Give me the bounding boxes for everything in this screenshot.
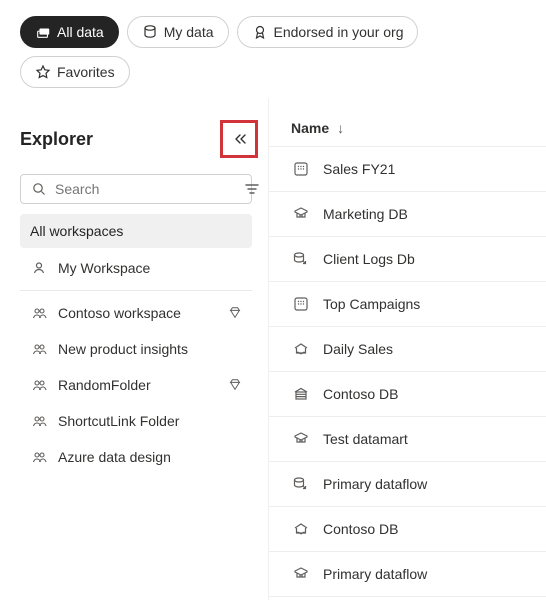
dataset-icon [291,294,311,314]
data-item-row[interactable]: Contoso DB [269,372,546,417]
datamart-icon [291,429,311,449]
item-name: Sales FY21 [323,161,395,177]
lakehouse-icon [291,339,311,359]
data-item-row[interactable]: Top Campaigns [269,282,546,327]
sort-descending-icon: ↓ [337,120,344,136]
explorer-title: Explorer [20,129,93,150]
workspace-item[interactable]: Contoso workspace [20,295,252,331]
item-name: Contoso DB [323,521,398,537]
workspace-label: Contoso workspace [58,305,181,321]
premium-diamond-icon [228,378,242,392]
column-label: Name [291,120,329,136]
data-item-row[interactable]: Sales FY21 [269,146,546,192]
item-name: Primary dataflow [323,476,427,492]
search-input[interactable] [55,181,236,197]
chevrons-left-icon [231,131,247,147]
column-header-name[interactable]: Name ↓ [269,120,546,146]
workspace-item[interactable]: New product insights [20,331,252,367]
filter-my-data[interactable]: My data [127,16,229,48]
explorer-sidebar: Explorer All workspaces My Workspace Cont… [0,98,268,600]
ribbon-icon [252,24,268,40]
data-item-row[interactable]: Client Logs Db [269,237,546,282]
data-item-row[interactable]: Daily Sales [269,327,546,372]
workspace-label: Azure data design [58,449,171,465]
group-icon [30,376,48,394]
data-list-panel: Name ↓ Sales FY21 Marketing DB Client Logs… [268,98,546,600]
all-workspaces-item[interactable]: All workspaces [20,214,252,248]
filter-favorites[interactable]: Favorites [20,56,130,88]
dataflow-icon [291,474,311,494]
workspace-item[interactable]: My Workspace [20,250,252,286]
workspace-item[interactable]: Azure data design [20,439,252,475]
item-name: Top Campaigns [323,296,420,312]
filter-pill-row: All data My data Endorsed in your org Fa… [0,0,546,98]
lakehouse-icon [291,519,311,539]
datamart-icon [291,204,311,224]
search-icon [31,181,47,197]
warehouse-icon [291,384,311,404]
stack-icon [35,24,51,40]
filter-label: All data [57,24,104,40]
filter-endorsed[interactable]: Endorsed in your org [237,16,419,48]
collapse-sidebar-button[interactable] [220,120,258,158]
item-name: Marketing DB [323,206,408,222]
data-item-row[interactable]: Marketing DB [269,192,546,237]
divider [20,290,252,291]
data-item-row[interactable]: Primary dataflow [269,462,546,507]
filter-label: My data [164,24,214,40]
group-icon [30,412,48,430]
premium-diamond-icon [228,306,242,320]
workspace-label: New product insights [58,341,188,357]
datamart-icon [291,564,311,584]
filter-label: Endorsed in your org [274,24,404,40]
sidebar-item-label: All workspaces [30,223,123,239]
filter-icon[interactable] [244,181,260,197]
dataset-icon [291,159,311,179]
group-icon [30,448,48,466]
cylinder-icon [142,24,158,40]
filter-label: Favorites [57,64,115,80]
workspace-item[interactable]: ShortcutLink Folder [20,403,252,439]
search-box[interactable] [20,174,252,204]
dataflow-icon [291,249,311,269]
person-icon [30,259,48,277]
group-icon [30,304,48,322]
item-name: Primary dataflow [323,566,427,582]
data-item-row[interactable]: Test datamart [269,417,546,462]
item-name: Test datamart [323,431,408,447]
item-name: Client Logs Db [323,251,415,267]
data-item-row[interactable]: Primary dataflow [269,552,546,597]
item-name: Contoso DB [323,386,398,402]
data-item-row[interactable]: Contoso DB [269,507,546,552]
star-icon [35,64,51,80]
item-name: Daily Sales [323,341,393,357]
workspace-label: RandomFolder [58,377,151,393]
filter-all-data[interactable]: All data [20,16,119,48]
workspace-label: ShortcutLink Folder [58,413,179,429]
group-icon [30,340,48,358]
workspace-label: My Workspace [58,260,150,276]
workspace-item[interactable]: RandomFolder [20,367,252,403]
